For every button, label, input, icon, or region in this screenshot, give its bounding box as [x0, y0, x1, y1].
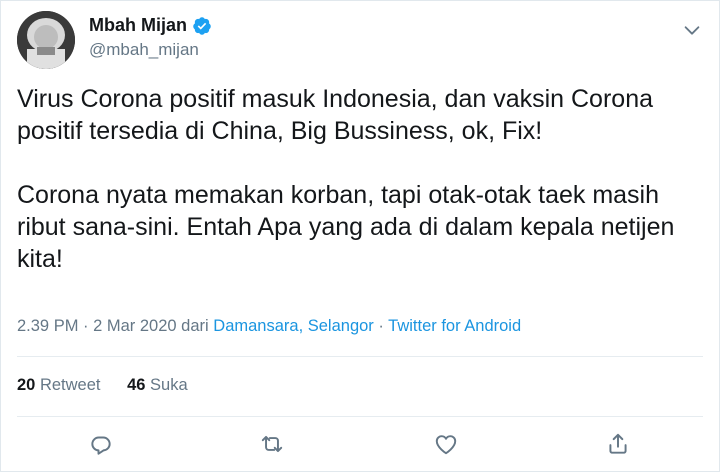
divider: [17, 416, 703, 417]
user-handle[interactable]: @mbah_mijan: [89, 40, 212, 60]
retweets-count: 20: [17, 376, 36, 394]
meta-separator: ·: [78, 317, 94, 335]
tweet-meta: 2.39 PM · 2 Mar 2020 dari Damansara, Sel…: [17, 317, 521, 336]
likes-count: 46: [127, 376, 146, 394]
more-options-button[interactable]: [681, 19, 703, 41]
retweet-icon: [261, 435, 283, 453]
verified-badge-icon: [192, 16, 212, 36]
tweet-card: Mbah Mijan @mbah_mijan Virus Corona posi…: [0, 0, 720, 472]
retweets-stat[interactable]: 20 Retweet: [17, 376, 100, 395]
tweet-paragraph-1: Virus Corona positif masuk Indonesia, da…: [17, 85, 653, 145]
tweet-header: Mbah Mijan @mbah_mijan: [17, 11, 707, 71]
user-names: Mbah Mijan @mbah_mijan: [89, 15, 212, 60]
meta-from-label: dari: [176, 317, 214, 335]
meta-separator: ·: [373, 317, 389, 335]
retweets-label: Retweet: [39, 376, 101, 394]
divider: [17, 356, 703, 357]
tweet-stats: 20 Retweet 46 Suka: [17, 376, 210, 395]
display-name[interactable]: Mbah Mijan: [89, 15, 187, 36]
like-button[interactable]: [433, 431, 459, 457]
reply-icon: [91, 436, 111, 455]
share-icon: [609, 433, 627, 454]
tweet-paragraph-2: Corona nyata memakan korban, tapi otak-o…: [17, 181, 675, 273]
share-button[interactable]: [605, 431, 631, 457]
avatar[interactable]: [17, 11, 75, 69]
likes-label: Suka: [150, 376, 188, 394]
tweet-actions: [1, 431, 720, 461]
retweet-button[interactable]: [259, 431, 285, 457]
tweet-location-link[interactable]: Damansara, Selangor: [213, 317, 374, 335]
tweet-time[interactable]: 2.39 PM: [17, 317, 78, 335]
chevron-down-icon: [684, 26, 700, 35]
tweet-text: Virus Corona positif masuk Indonesia, da…: [17, 83, 707, 275]
tweet-source-link[interactable]: Twitter for Android: [388, 317, 521, 335]
reply-button[interactable]: [88, 431, 114, 457]
likes-stat[interactable]: 46 Suka: [127, 376, 188, 395]
tweet-date[interactable]: 2 Mar 2020: [93, 317, 176, 335]
heart-icon: [435, 435, 457, 455]
